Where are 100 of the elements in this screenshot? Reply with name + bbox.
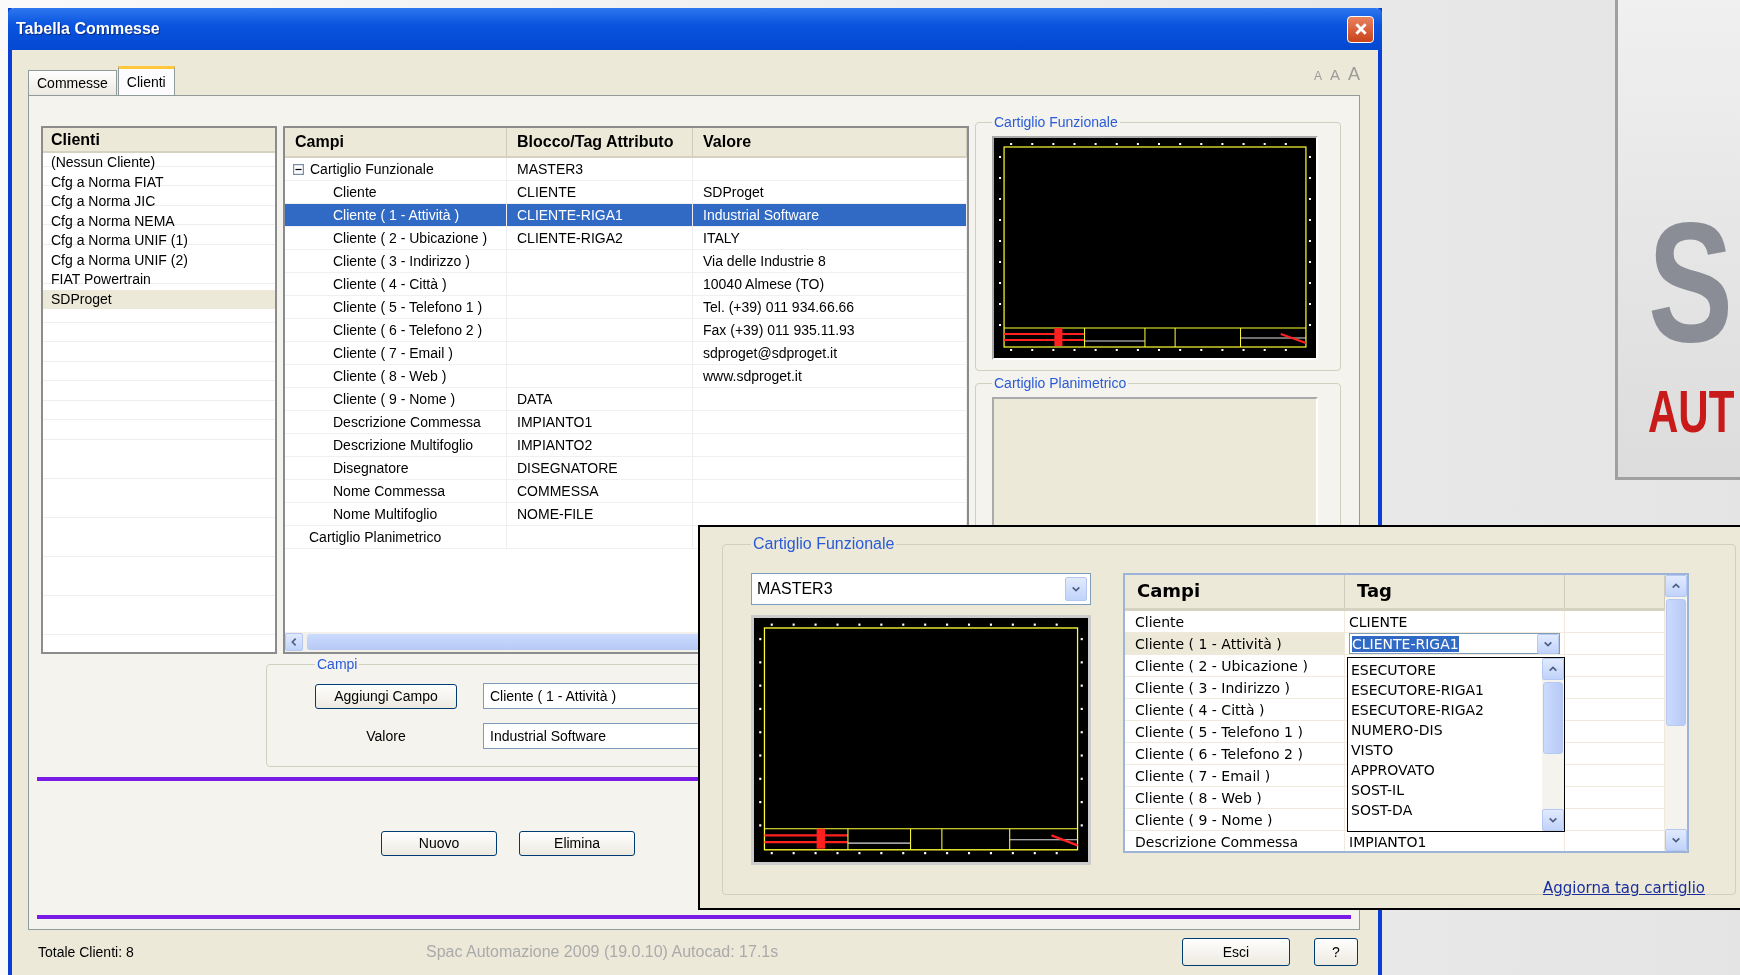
field-name: Descrizione Commessa <box>333 414 481 430</box>
field-value: Tel. (+39) 011 934.66.66 <box>703 299 855 315</box>
tag-name: CLIENTE-RIGA1 <box>517 207 623 223</box>
field-name: Cliente ( 4 - Città ) <box>333 276 447 292</box>
list-item[interactable]: SDProget <box>43 289 275 309</box>
group-title: Cartiglio Planimetrico <box>993 375 1128 391</box>
tree-row[interactable]: Descrizione Commessa IMPIANTO1 <box>285 411 967 434</box>
tab[interactable]: Clienti <box>117 66 175 95</box>
tag-name: CLIENTE-RIGA2 <box>517 230 623 246</box>
tab[interactable]: Commesse <box>28 70 117 95</box>
field-value: www.sdproget.it <box>703 368 802 384</box>
column-header[interactable]: Campi <box>285 128 507 156</box>
scroll-down-icon[interactable] <box>1671 835 1681 845</box>
vertical-scrollbar[interactable] <box>1665 575 1687 851</box>
field-name: Cliente ( 8 - Web ) <box>333 368 447 384</box>
table-cell: CLIENTE <box>1349 613 1408 630</box>
field-value: Fax (+39) 011 935.11.93 <box>703 322 855 338</box>
vertical-scrollbar[interactable] <box>1542 658 1564 831</box>
scroll-left-icon[interactable] <box>289 637 299 647</box>
table-cell: Cliente ( 6 - Telefono 2 ) <box>1135 745 1303 762</box>
tag-name: IMPIANTO1 <box>517 414 593 430</box>
field-value: 10040 Almese (TO) <box>703 276 825 292</box>
field-name: Nome Multifoglio <box>333 506 438 522</box>
add-field-button[interactable]: Aggiungi Campo <box>315 683 457 709</box>
tag-name: MASTER3 <box>517 161 584 177</box>
dropdown-option[interactable]: ESECUTORE-RIGA2 <box>1348 700 1542 720</box>
action-button[interactable]: Nuovo <box>381 830 497 856</box>
logo-text: S <box>1648 189 1734 376</box>
table-cell: Cliente ( 8 - Web ) <box>1135 789 1262 806</box>
table-cell: Cliente ( 7 - Email ) <box>1135 767 1271 784</box>
list-item[interactable]: (Nessun Cliente) <box>43 153 275 173</box>
dropdown-option[interactable]: SOST-IL <box>1348 780 1542 800</box>
tree-row[interactable]: Cliente ( 5 - Telefono 1 ) Tel. (+39) 011 934.66.66 <box>285 296 967 319</box>
help-button[interactable]: ? <box>1314 938 1358 966</box>
action-button[interactable]: Elimina <box>519 830 635 856</box>
list-item[interactable]: Cfg a Norma FIAT <box>43 172 275 192</box>
field-name: Cliente ( 1 - Attività ) <box>333 207 460 223</box>
list-item[interactable]: Cfg a Norma JIC <box>43 192 275 212</box>
tree-row[interactable]: Descrizione Multifoglio IMPIANTO2 <box>285 434 967 457</box>
field-value: Industrial Software <box>703 207 819 223</box>
table-cell: Cliente ( 9 - Nome ) <box>1135 811 1273 828</box>
dropdown-option[interactable]: ESECUTORE <box>1348 660 1542 680</box>
collapse-icon[interactable] <box>293 163 304 175</box>
logo-text: AUT <box>1648 377 1735 447</box>
table-cell: Descrizione Commessa <box>1135 833 1299 850</box>
scroll-down-icon[interactable] <box>1548 815 1558 825</box>
field-name: Cliente ( 5 - Telefono 1 ) <box>333 299 483 315</box>
column-header[interactable]: Tag <box>1345 575 1565 608</box>
field-name: Cliente ( 3 - Indirizzo ) <box>333 253 470 269</box>
tree-row[interactable]: Nome Commessa COMMESSA <box>285 480 967 503</box>
column-header[interactable]: Campi <box>1125 575 1345 608</box>
tree-row[interactable]: Cartiglio Funzionale MASTER3 <box>285 158 967 181</box>
scroll-up-icon[interactable] <box>1671 581 1681 591</box>
list-item[interactable]: Cfg a Norma NEMA <box>43 211 275 231</box>
column-header[interactable]: Blocco/Tag Attributo <box>507 128 693 156</box>
column-header[interactable]: Valore <box>693 128 967 156</box>
field-name: Cliente ( 7 - Email ) <box>333 345 453 361</box>
close-button[interactable] <box>1347 15 1374 43</box>
tree-row[interactable]: Cliente ( 8 - Web ) www.sdproget.it <box>285 365 967 388</box>
field-value: Via delle Industrie 8 <box>703 253 826 269</box>
field-name: Cliente ( 9 - Nome ) <box>333 391 456 407</box>
table-cell: Cliente ( 4 - Città ) <box>1135 701 1265 718</box>
tree-row[interactable]: Cliente ( 7 - Email ) sdproget@sdproget.it <box>285 342 967 365</box>
list-item[interactable]: Cfg a Norma UNIF (2) <box>43 250 275 270</box>
table-cell: IMPIANTO1 <box>1349 833 1427 850</box>
field-name: Cartiglio Planimetrico <box>309 529 442 545</box>
field-label: Valore <box>365 728 407 744</box>
tag-name: DATA <box>517 391 553 407</box>
dropdown-option[interactable]: NUMERO-DIS <box>1348 720 1542 740</box>
tree-row[interactable]: Cliente ( 2 - Ubicazione ) CLIENTE-RIGA2 ITALY <box>285 227 967 250</box>
tree-row[interactable]: Cliente ( 6 - Telefono 2 ) Fax (+39) 011 935.11.93 <box>285 319 967 342</box>
version-text: Spac Automazione 2009 (19.0.10) Autocad: 17.1s <box>426 943 780 961</box>
field-name: Cartiglio Funzionale <box>310 161 434 177</box>
dropdown-option[interactable]: APPROVATO <box>1348 760 1542 780</box>
column-header: Clienti <box>43 128 275 153</box>
tag-name: DISEGNATORE <box>517 460 618 476</box>
tree-row[interactable]: Cliente ( 4 - Città ) 10040 Almese (TO) <box>285 273 967 296</box>
tag-name: CLIENTE <box>517 184 577 200</box>
scroll-up-icon[interactable] <box>1548 664 1558 674</box>
field-name: Cliente <box>333 184 377 200</box>
tree-row[interactable]: Cliente ( 9 - Nome ) DATA <box>285 388 967 411</box>
dropdown-option[interactable]: VISTO <box>1348 740 1542 760</box>
field-name: Disegnatore <box>333 460 409 476</box>
dropdown-option[interactable]: ESECUTORE-RIGA1 <box>1348 680 1542 700</box>
tree-row[interactable]: Cliente ( 3 - Indirizzo ) Via delle Industrie 8 <box>285 250 967 273</box>
table-cell: Cliente ( 2 - Ubicazione ) <box>1135 657 1308 674</box>
table-row[interactable]: Cliente ( 1 - Attività ) CLIENTE-RIGA1 <box>1125 633 1665 655</box>
close-icon <box>1353 22 1368 36</box>
exit-button[interactable]: Esci <box>1182 938 1290 966</box>
dropdown-option[interactable]: SOST-DA <box>1348 800 1542 820</box>
window-title: Tabella Commesse <box>16 20 160 38</box>
list-item[interactable]: Cfg a Norma UNIF (1) <box>43 231 275 251</box>
field-value: ITALY <box>703 230 740 246</box>
field-value: SDProget <box>703 184 764 200</box>
tree-row[interactable]: Disegnatore DISEGNATORE <box>285 457 967 480</box>
table-cell: Cliente ( 3 - Indirizzo ) <box>1135 679 1290 696</box>
list-item[interactable]: FIAT Powertrain <box>43 270 275 290</box>
update-link[interactable]: Aggiorna tag cartiglio <box>1542 879 1705 897</box>
block-select[interactable]: MASTER3 <box>751 573 1091 605</box>
tree-row[interactable]: Cliente ( 1 - Attività ) CLIENTE-RIGA1 Industrial Software <box>285 204 967 227</box>
